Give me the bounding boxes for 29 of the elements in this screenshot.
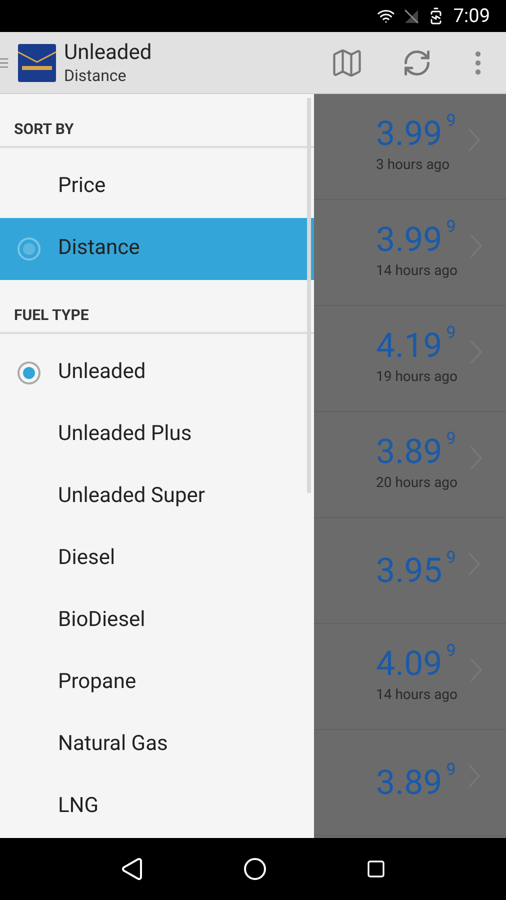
wifi-icon [377, 7, 396, 26]
menu-icon[interactable] [0, 56, 10, 70]
no-signal-icon [403, 8, 420, 24]
clock: 7:09 [453, 2, 490, 29]
home-button[interactable] [242, 857, 267, 881]
recents-button[interactable] [366, 859, 386, 879]
drawer-item[interactable]: Propane [0, 652, 314, 714]
updated-time: 14 hours ago [376, 262, 458, 281]
drawer-item[interactable]: LNG [0, 776, 314, 838]
back-button[interactable] [120, 857, 144, 881]
drawer-item[interactable]: Distance [0, 218, 314, 280]
drawer-item[interactable]: BioDiesel [0, 590, 314, 652]
drawer-item[interactable]: Diesel [0, 528, 314, 590]
more-icon [475, 50, 481, 75]
section-header: SORT BY [14, 118, 74, 140]
updated-time: 14 hours ago [376, 686, 458, 705]
updated-time: 19 hours ago [376, 368, 458, 387]
section-header: FUEL TYPE [14, 304, 89, 326]
drawer-item[interactable]: Unleaded Plus [0, 404, 314, 466]
updated-time: 3 hours ago [376, 156, 450, 175]
drawer-item[interactable]: Price [0, 156, 314, 218]
app-logo-icon[interactable] [18, 44, 56, 82]
drawer-item[interactable]: Unleaded [0, 342, 314, 404]
refresh-icon [402, 48, 432, 78]
updated-time: 20 hours ago [376, 474, 458, 493]
app-subtitle: Distance [64, 66, 128, 86]
drawer-item[interactable]: Unleaded Super [0, 466, 314, 528]
drawer-item[interactable]: Natural Gas [0, 714, 314, 776]
app-title: Unleaded [64, 40, 152, 66]
